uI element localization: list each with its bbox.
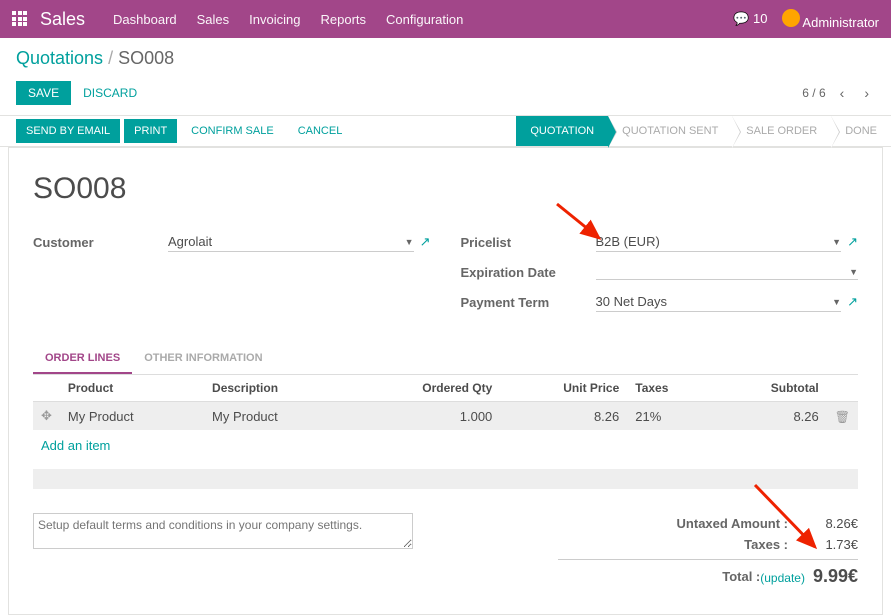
avatar-icon (782, 9, 800, 27)
cell-price[interactable]: 8.26 (500, 402, 627, 431)
expiration-field[interactable]: ▼ (596, 265, 859, 280)
nav-configuration[interactable]: Configuration (386, 12, 463, 27)
update-link[interactable]: (update) (760, 571, 805, 585)
drag-handle-icon[interactable]: ✥ (41, 408, 52, 423)
chevron-down-icon: ▼ (405, 237, 414, 247)
chevron-down-icon: ▼ (832, 297, 841, 307)
taxes-value: 1.73€ (788, 537, 858, 552)
breadcrumb-bar: Quotations / SO008 (0, 38, 891, 77)
pricelist-label: Pricelist (461, 235, 596, 250)
cell-qty[interactable]: 1.000 (349, 402, 501, 431)
col-qty: Ordered Qty (349, 375, 501, 402)
cancel-button[interactable]: CANCEL (288, 119, 353, 143)
chevron-down-icon: ▼ (832, 237, 841, 247)
pager-text: 6 / 6 (802, 86, 825, 100)
customer-external-link-icon[interactable]: ↗ (420, 234, 431, 250)
totals: Untaxed Amount : 8.26€ Taxes : 1.73€ Tot… (558, 513, 858, 590)
customer-field[interactable]: Agrolait▼ (168, 232, 414, 252)
breadcrumb: Quotations / SO008 (16, 48, 875, 69)
nav-dashboard[interactable]: Dashboard (113, 12, 177, 27)
col-price: Unit Price (500, 375, 627, 402)
add-item-link[interactable]: Add an item (33, 430, 858, 461)
customer-label: Customer (33, 235, 168, 250)
table-row[interactable]: ✥ My Product My Product 1.000 8.26 21% 8… (33, 402, 858, 431)
top-nav: Dashboard Sales Invoicing Reports Config… (113, 12, 463, 27)
breadcrumb-current: SO008 (118, 48, 174, 68)
apps-icon[interactable] (12, 11, 28, 27)
trash-icon[interactable]: 🗑 (835, 410, 850, 424)
save-button[interactable]: SAVE (16, 81, 71, 105)
expiration-label: Expiration Date (461, 265, 596, 280)
payment-term-field[interactable]: 30 Net Days▼ (596, 292, 842, 312)
nav-invoicing[interactable]: Invoicing (249, 12, 300, 27)
terms-textarea[interactable] (33, 513, 413, 549)
pricelist-external-link-icon[interactable]: ↗ (847, 234, 858, 250)
col-subtotal: Subtotal (714, 375, 827, 402)
cell-taxes[interactable]: 21% (627, 402, 714, 431)
topbar: Sales Dashboard Sales Invoicing Reports … (0, 0, 891, 38)
tab-order-lines[interactable]: ORDER LINES (33, 344, 132, 374)
nav-reports[interactable]: Reports (320, 12, 366, 27)
payment-term-label: Payment Term (461, 295, 596, 310)
confirm-sale-button[interactable]: CONFIRM SALE (181, 119, 284, 143)
taxes-label: Taxes : (558, 537, 788, 552)
col-description: Description (204, 375, 349, 402)
untaxed-value: 8.26€ (788, 516, 858, 531)
cell-product[interactable]: My Product (60, 402, 204, 431)
payment-external-link-icon[interactable]: ↗ (847, 294, 858, 310)
print-button[interactable]: PRINT (124, 119, 177, 143)
order-lines-table: Product Description Ordered Qty Unit Pri… (33, 375, 858, 430)
scroll-bar-area (33, 469, 858, 489)
brand: Sales (40, 9, 85, 30)
untaxed-label: Untaxed Amount : (558, 516, 788, 531)
nav-sales[interactable]: Sales (197, 12, 230, 27)
step-quotation[interactable]: QUOTATION (516, 116, 608, 146)
tabs: ORDER LINES OTHER INFORMATION (33, 344, 858, 375)
form-sheet: SO008 Customer Agrolait▼ ↗ Pricelist B2B… (8, 147, 883, 615)
cell-description[interactable]: My Product (204, 402, 349, 431)
status-steps: QUOTATION QUOTATION SENT SALE ORDER DONE (516, 116, 891, 146)
total-value: 9.99€ (813, 566, 858, 586)
step-done[interactable]: DONE (831, 116, 891, 146)
chevron-down-icon: ▼ (849, 267, 858, 277)
messages-indicator[interactable]: 💬 10 (733, 11, 767, 27)
pager: 6 / 6 ‹ › (802, 83, 875, 103)
discard-button[interactable]: DISCARD (71, 81, 149, 105)
breadcrumb-root[interactable]: Quotations (16, 48, 103, 68)
tab-other-information[interactable]: OTHER INFORMATION (132, 344, 274, 374)
col-product: Product (60, 375, 204, 402)
page-title: SO008 (33, 172, 858, 206)
step-quotation-sent[interactable]: QUOTATION SENT (608, 116, 732, 146)
pager-prev[interactable]: ‹ (834, 83, 851, 103)
total-label: Total : (558, 569, 760, 584)
statusbar: SEND BY EMAIL PRINT CONFIRM SALE CANCEL … (0, 115, 891, 147)
pricelist-field[interactable]: B2B (EUR)▼ (596, 232, 842, 252)
col-taxes: Taxes (627, 375, 714, 402)
step-sale-order[interactable]: SALE ORDER (732, 116, 831, 146)
send-email-button[interactable]: SEND BY EMAIL (16, 119, 120, 143)
cell-subtotal: 8.26 (714, 402, 827, 431)
pager-next[interactable]: › (858, 83, 875, 103)
toolbar: SAVE DISCARD 6 / 6 ‹ › (0, 77, 891, 115)
user-menu[interactable]: Administrator (782, 9, 879, 30)
